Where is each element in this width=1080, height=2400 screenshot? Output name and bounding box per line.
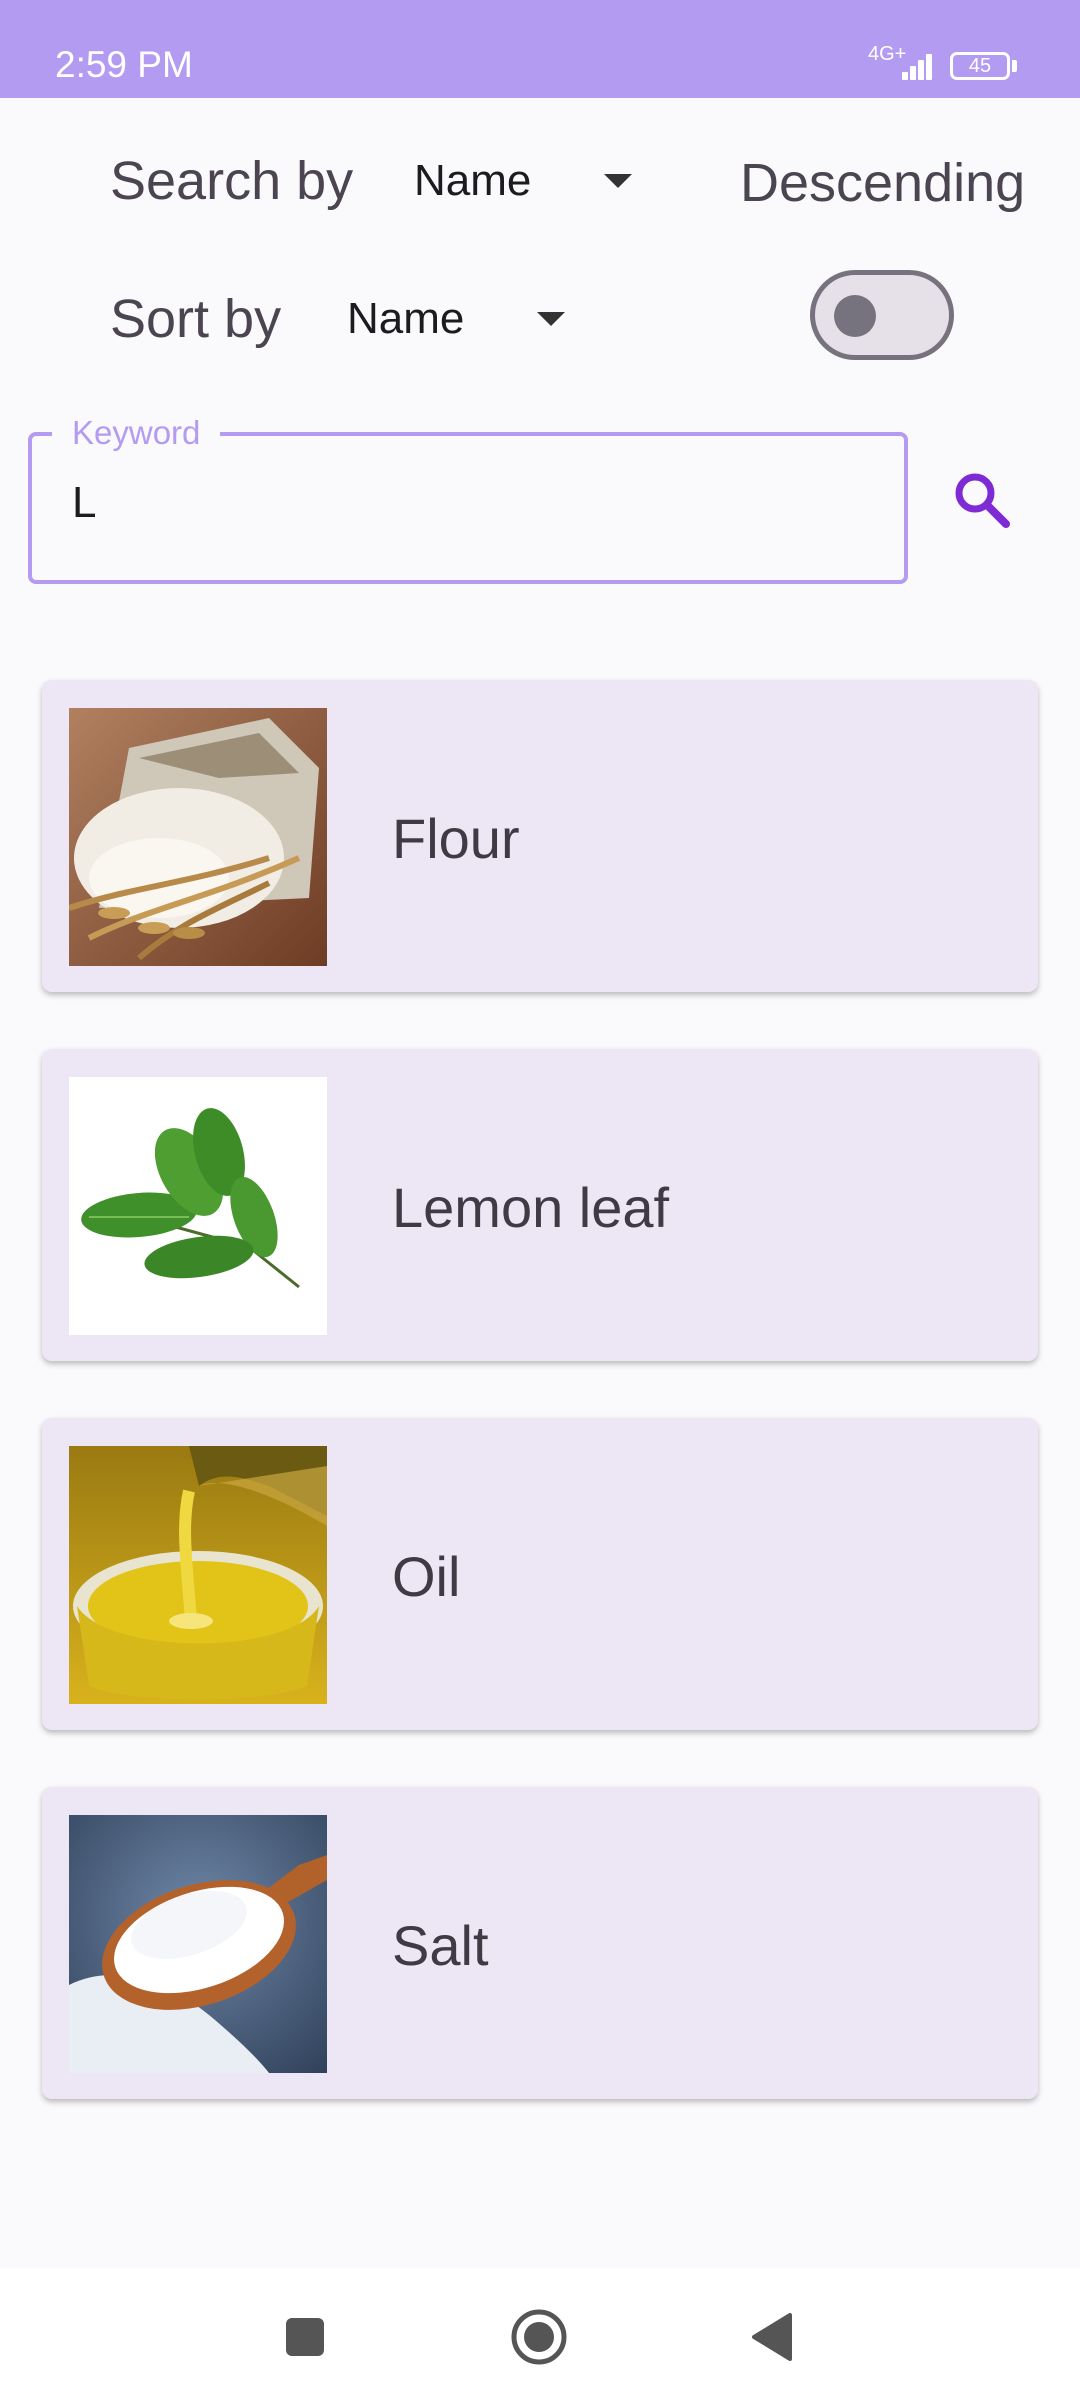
keyword-label: Keyword	[52, 414, 221, 452]
descending-label: Descending	[740, 153, 1026, 213]
item-name: Lemon leaf	[392, 1176, 670, 1239]
status-time: 2:59 PM	[55, 44, 193, 85]
home-circle-icon[interactable]	[510, 2308, 568, 2366]
back-triangle-icon[interactable]	[750, 2312, 794, 2362]
flour-photo	[69, 708, 327, 966]
battery-tip	[1012, 60, 1017, 72]
item-name: Oil	[392, 1545, 461, 1608]
oil-photo	[69, 1446, 327, 1704]
search-icon	[955, 473, 1010, 528]
descending-switch[interactable]	[810, 270, 954, 360]
system-nav-bar	[0, 2268, 1080, 2400]
salt-photo	[69, 1815, 327, 2073]
sort-by-dropdown[interactable]: Name	[347, 288, 577, 348]
search-by-dropdown[interactable]: Name	[414, 150, 644, 210]
list-item[interactable]: Oil	[42, 1418, 1038, 1730]
status-bar: 2:59 PM 4G+ 45	[0, 0, 1080, 98]
keyword-value[interactable]: L	[72, 478, 96, 528]
search-by-label: Search by	[110, 151, 354, 211]
search-by-value: Name	[414, 156, 532, 205]
search-button[interactable]	[948, 466, 1018, 536]
item-name: Salt	[392, 1914, 489, 1977]
recents-square-icon[interactable]	[284, 2316, 326, 2358]
list-item[interactable]: Flour	[42, 680, 1038, 992]
list-item[interactable]: Lemon leaf	[42, 1049, 1038, 1361]
sort-by-label: Sort by	[110, 289, 282, 349]
chevron-down-icon	[537, 312, 565, 326]
keyword-input[interactable]	[28, 432, 908, 584]
lemon-leaf-photo	[69, 1077, 327, 1335]
battery-icon: 45	[950, 52, 1010, 80]
switch-thumb	[834, 295, 876, 337]
chevron-down-icon	[604, 174, 632, 188]
network-type: 4G+	[868, 43, 907, 65]
item-name: Flour	[392, 807, 520, 870]
list-item[interactable]: Salt	[42, 1787, 1038, 2099]
sort-by-value: Name	[347, 294, 465, 343]
signal-icon	[902, 50, 938, 80]
